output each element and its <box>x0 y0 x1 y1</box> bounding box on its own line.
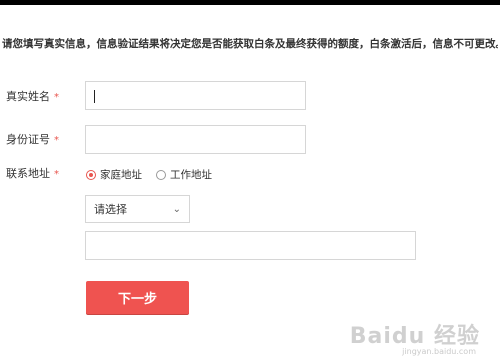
required-mark: * <box>54 135 59 146</box>
address-label: 联系地址 * <box>6 167 59 182</box>
baidu-watermark-url: jingyan.baidu.com <box>402 347 476 356</box>
id-number-input[interactable] <box>85 125 306 154</box>
radio-checked-icon[interactable] <box>86 169 96 180</box>
required-mark: * <box>54 169 59 180</box>
id-label-text: 身份证号 <box>6 133 50 146</box>
baidu-watermark-logo: Baidu 经验 <box>349 324 480 349</box>
required-mark: * <box>54 92 59 103</box>
radio-unchecked-icon[interactable] <box>156 169 166 180</box>
region-select-value: 请选择 <box>94 203 127 216</box>
name-input[interactable] <box>85 81 306 110</box>
address-type-group: 家庭地址 工作地址 <box>86 167 226 182</box>
radio-work-address[interactable]: 工作地址 <box>156 167 212 182</box>
radio-home-address[interactable]: 家庭地址 <box>86 167 142 182</box>
name-label: 真实姓名 * <box>6 90 59 105</box>
region-select[interactable]: 请选择 ⌄ <box>85 195 190 223</box>
text-caret <box>94 90 95 103</box>
top-bar <box>0 0 500 5</box>
next-step-button[interactable]: 下一步 <box>86 281 189 314</box>
radio-work-label: 工作地址 <box>170 169 212 181</box>
notice-text: 请您填写真实信息，信息验证结果将决定您是否能获取白条及最终获得的额度，白条激活后… <box>2 38 498 50</box>
address-detail-input[interactable] <box>85 231 416 260</box>
id-label: 身份证号 * <box>6 133 59 148</box>
name-label-text: 真实姓名 <box>6 90 50 103</box>
address-label-text: 联系地址 <box>6 167 50 180</box>
chevron-down-icon: ⌄ <box>172 203 181 215</box>
radio-home-label: 家庭地址 <box>100 169 142 181</box>
